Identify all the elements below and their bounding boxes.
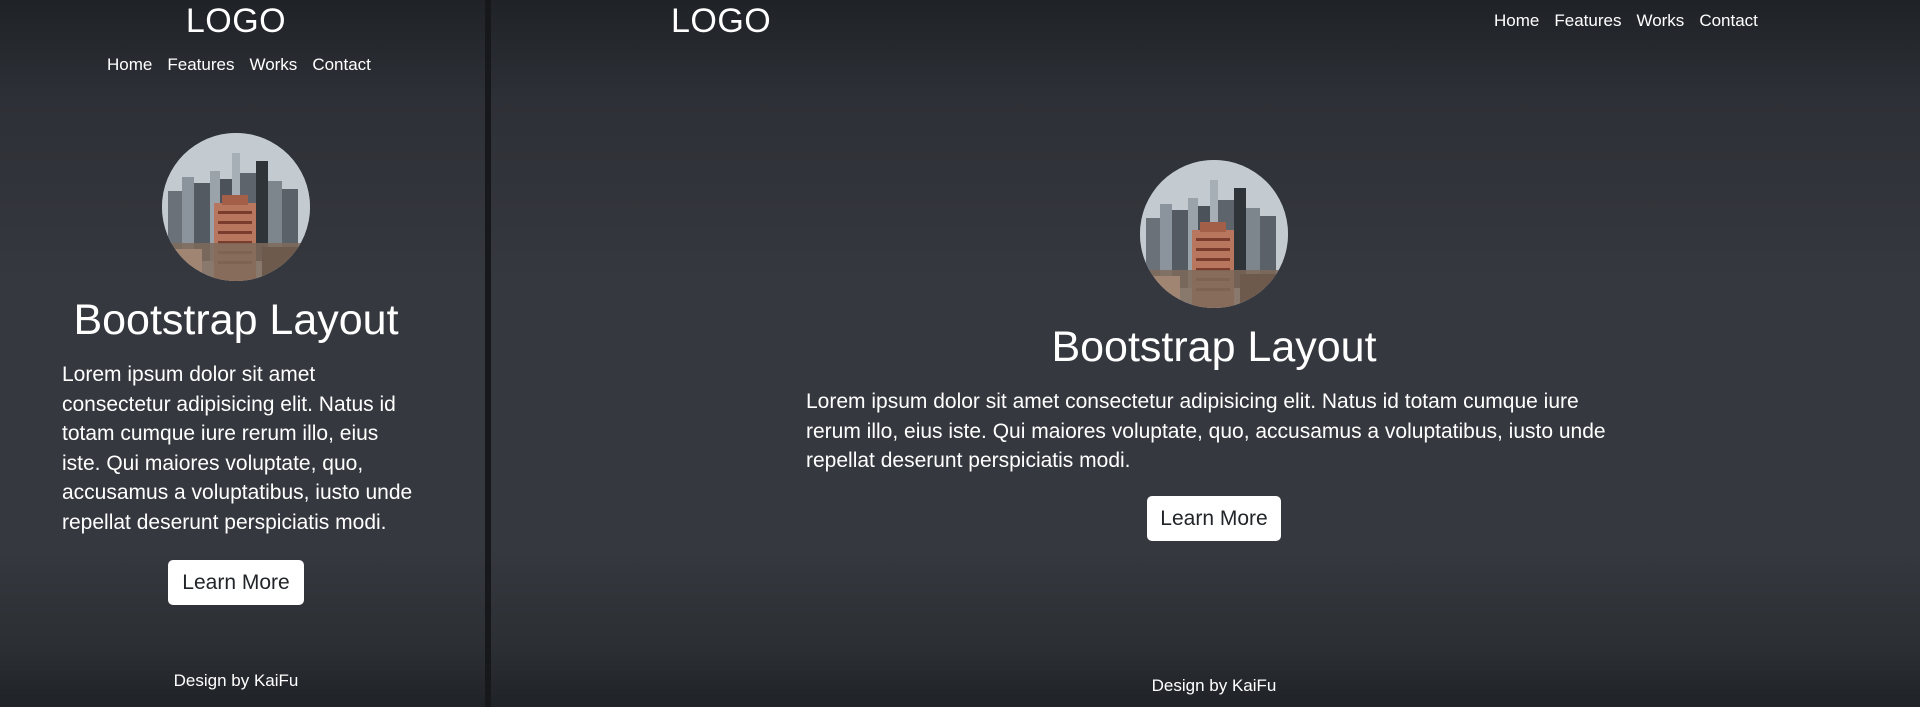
nav-works[interactable]: Works bbox=[1636, 11, 1684, 31]
main-nav: Home Features Works Contact bbox=[107, 55, 371, 75]
main-nav: Home Features Works Contact bbox=[1494, 11, 1758, 31]
desktop-view: LOGO Home Features Works Contact Bootstr… bbox=[491, 0, 1920, 707]
hero-lead: Lorem ipsum dolor sit amet consectetur a… bbox=[62, 363, 413, 534]
nav-contact[interactable]: Contact bbox=[312, 55, 371, 75]
footer-credit: Design by KaiFu bbox=[1151, 676, 1277, 695]
nav-contact[interactable]: Contact bbox=[1699, 11, 1758, 31]
screenshot-stage: LOGO Home Features Works Contact Bootstr… bbox=[0, 0, 1920, 707]
nav-home[interactable]: Home bbox=[1494, 11, 1539, 31]
nav-features[interactable]: Features bbox=[167, 55, 234, 75]
learn-more-button[interactable]: Learn More bbox=[1147, 496, 1281, 541]
nav-features[interactable]: Features bbox=[1554, 11, 1621, 31]
nav-home[interactable]: Home bbox=[107, 55, 152, 75]
logo[interactable]: LOGO bbox=[0, 2, 472, 41]
logo[interactable]: LOGO bbox=[671, 2, 771, 41]
city-avatar-image bbox=[162, 133, 310, 281]
mobile-view: LOGO Home Features Works Contact Bootstr… bbox=[0, 0, 485, 707]
footer-credit: Design by KaiFu bbox=[173, 671, 299, 690]
hero-title: Bootstrap Layout bbox=[73, 296, 399, 344]
city-avatar-image bbox=[1140, 160, 1288, 308]
hero-title: Bootstrap Layout bbox=[1051, 323, 1377, 371]
hero-lead: Lorem ipsum dolor sit amet consectetur a… bbox=[806, 390, 1606, 472]
nav-works[interactable]: Works bbox=[249, 55, 297, 75]
learn-more-button[interactable]: Learn More bbox=[168, 560, 304, 605]
